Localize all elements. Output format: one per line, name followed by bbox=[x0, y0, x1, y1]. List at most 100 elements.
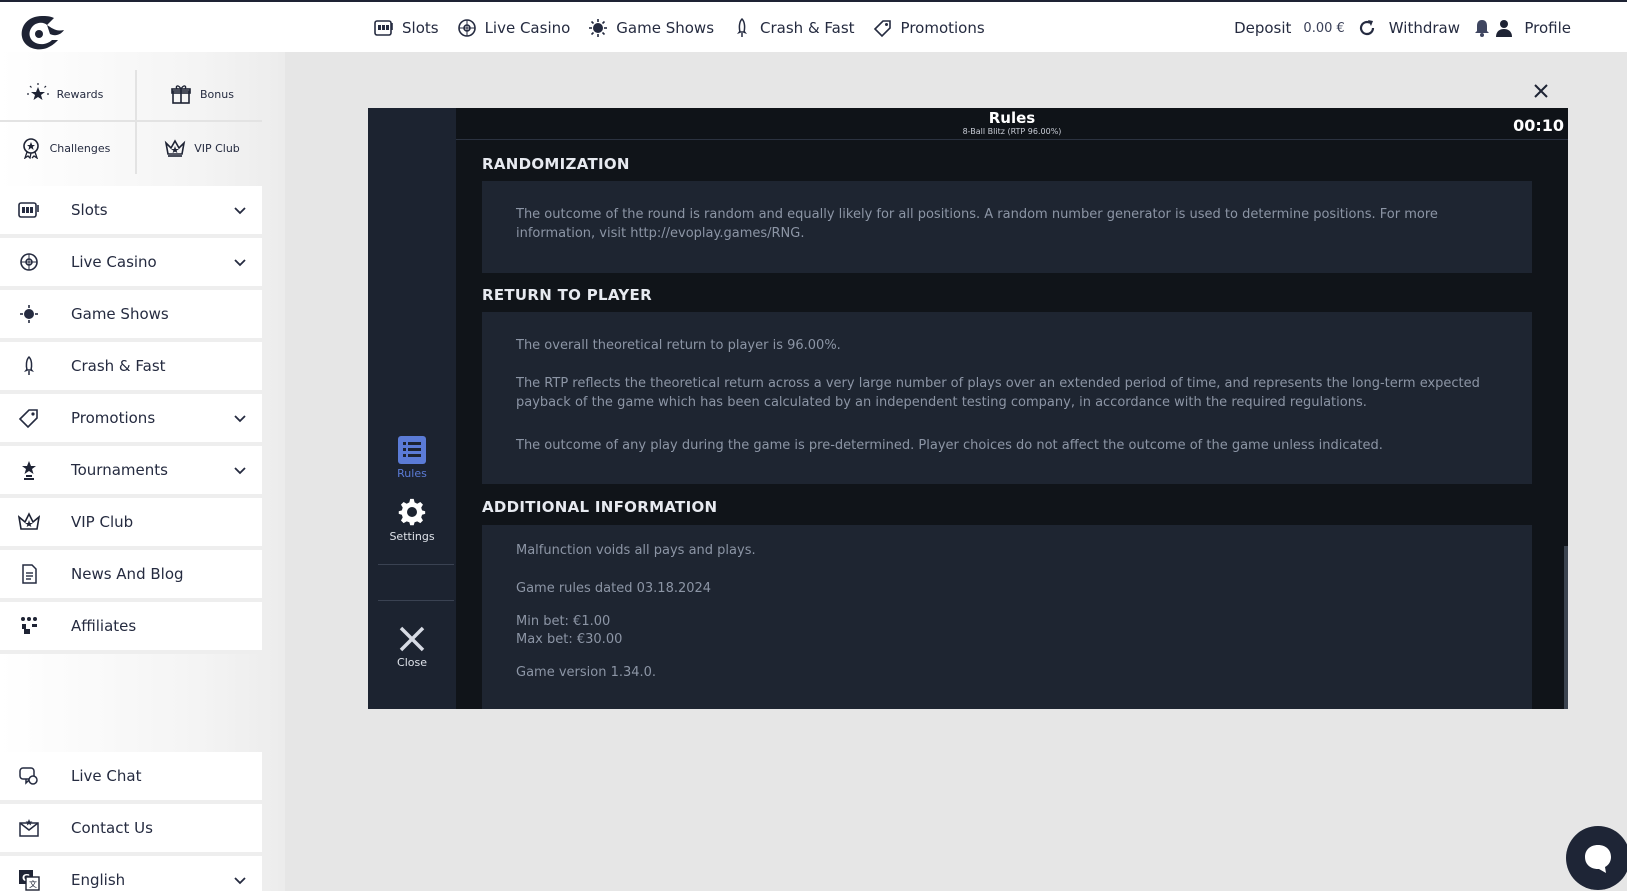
profile-button[interactable]: Profile bbox=[1494, 2, 1571, 54]
quick-rewards-button[interactable]: Rewards bbox=[0, 70, 130, 118]
sidebar-item-live-chat[interactable]: Live Chat bbox=[0, 752, 262, 804]
sidebar-item-vip-club[interactable]: VIP Club bbox=[0, 498, 262, 550]
withdraw-button[interactable]: Withdraw bbox=[1389, 19, 1460, 37]
deposit-button[interactable]: Deposit bbox=[1234, 19, 1291, 37]
translate-icon: G文 bbox=[19, 870, 40, 891]
crown-icon bbox=[164, 139, 186, 157]
slot-machine-icon bbox=[374, 20, 393, 36]
badge-icon bbox=[22, 138, 39, 159]
section-title: RETURN TO PLAYER bbox=[482, 286, 652, 304]
nav-slots[interactable]: Slots bbox=[374, 18, 439, 38]
section-paragraph: Malfunction voids all pays and plays. bbox=[516, 543, 756, 558]
nav-promotions-label: Promotions bbox=[900, 19, 985, 37]
rules-subtitle: 8-Ball Blitz (RTP 96.00%) bbox=[962, 127, 1062, 136]
tag-icon bbox=[18, 409, 38, 429]
gear-icon bbox=[398, 498, 426, 526]
sidebar-item-label: Affiliates bbox=[71, 617, 137, 635]
quick-vip-club-button[interactable]: VIP Club bbox=[137, 124, 267, 172]
roulette-icon bbox=[457, 19, 476, 37]
nav-slots-label: Slots bbox=[402, 19, 439, 37]
close-icon[interactable] bbox=[1532, 82, 1550, 100]
chevron-down-icon[interactable] bbox=[232, 872, 248, 888]
sidebar-item-live-casino[interactable]: Live Casino bbox=[0, 238, 262, 290]
chevron-down-icon[interactable] bbox=[232, 462, 248, 478]
sidebar-item-label: Crash & Fast bbox=[71, 357, 166, 375]
sidebar-item-label: Live Casino bbox=[71, 253, 157, 271]
rail-settings-button[interactable]: Settings bbox=[368, 498, 456, 543]
section-paragraph: Min bet: €1.00 bbox=[516, 614, 611, 629]
sidebar-item-promotions[interactable]: Promotions bbox=[0, 394, 262, 446]
quick-challenges-button[interactable]: Challenges bbox=[0, 124, 130, 172]
sidebar-item-contact-us[interactable]: Contact Us bbox=[0, 804, 262, 856]
timer: 00:10 bbox=[1513, 116, 1564, 135]
nav-live-casino-label: Live Casino bbox=[484, 19, 571, 37]
quick-bonus-button[interactable]: Bonus bbox=[137, 70, 267, 118]
quick-divider bbox=[0, 120, 262, 122]
user-icon bbox=[1496, 20, 1513, 37]
sidebar-item-label: Promotions bbox=[71, 409, 156, 427]
quick-vip-club-label: VIP Club bbox=[194, 141, 240, 155]
sidebar-item-label: Slots bbox=[71, 201, 108, 219]
slot-machine-icon bbox=[18, 202, 39, 218]
sidebar-item-label: Tournaments bbox=[71, 461, 168, 479]
quick-bonus-label: Bonus bbox=[200, 87, 234, 101]
nav-promotions[interactable]: Promotions bbox=[873, 18, 985, 38]
section-title: RANDOMIZATION bbox=[482, 155, 630, 173]
section-box: The overall theoretical return to player… bbox=[482, 312, 1532, 484]
rail-close-button[interactable]: Close bbox=[368, 624, 456, 669]
main-nav: Slots Live Casino Game Shows Crash & Fas… bbox=[374, 2, 985, 54]
section-paragraph: Max bet: €30.00 bbox=[516, 632, 623, 647]
live-chat-button[interactable] bbox=[1566, 826, 1627, 890]
refresh-icon[interactable] bbox=[1357, 18, 1377, 38]
wheel-icon bbox=[20, 305, 38, 323]
rail-rules-button[interactable]: Rules bbox=[368, 435, 456, 480]
section-paragraph: Game version 1.34.0. bbox=[516, 665, 657, 680]
sidebar-item-tournaments[interactable]: Tournaments bbox=[0, 446, 262, 498]
quick-rewards-label: Rewards bbox=[56, 87, 104, 101]
chat-icon bbox=[19, 767, 38, 785]
sidebar-item-language[interactable]: G文 English bbox=[0, 856, 262, 891]
nav-game-shows[interactable]: Game Shows bbox=[588, 18, 714, 38]
rocket-icon bbox=[24, 355, 34, 375]
quick-links: Rewards Bonus Challenges VIP Club bbox=[0, 70, 262, 174]
rail-settings-label: Settings bbox=[389, 530, 435, 543]
quick-challenges-label: Challenges bbox=[49, 141, 111, 155]
sidebar-item-slots[interactable]: Slots bbox=[0, 186, 262, 238]
section-box: The outcome of the round is random and e… bbox=[482, 181, 1532, 273]
document-icon bbox=[22, 564, 37, 584]
nav-crash-fast[interactable]: Crash & Fast bbox=[732, 18, 855, 38]
sidebar: Rewards Bonus Challenges VIP Club Slots … bbox=[0, 52, 285, 891]
sidebar-item-game-shows[interactable]: Game Shows bbox=[0, 290, 262, 342]
chevron-down-icon[interactable] bbox=[232, 410, 248, 426]
brand-logo-icon[interactable] bbox=[14, 10, 70, 54]
section-box: Malfunction voids all pays and plays. Ga… bbox=[482, 525, 1532, 709]
balance-value: 0.00 € bbox=[1303, 20, 1345, 36]
sidebar-item-label: English bbox=[71, 871, 126, 889]
rules-header: Rules 8-Ball Blitz (RTP 96.00%) 00:10 bbox=[456, 108, 1568, 140]
bell-icon[interactable] bbox=[1472, 18, 1492, 38]
sidebar-item-label: Live Chat bbox=[71, 767, 142, 785]
nav-crash-fast-label: Crash & Fast bbox=[760, 19, 855, 37]
sidebar-item-crash-fast[interactable]: Crash & Fast bbox=[0, 342, 262, 394]
sidebar-item-news-and-blog[interactable]: News And Blog bbox=[0, 550, 262, 602]
rail-divider bbox=[378, 600, 454, 601]
section-paragraph: The outcome of the round is random and e… bbox=[516, 207, 1438, 241]
chevron-down-icon[interactable] bbox=[232, 202, 248, 218]
rail-rules-label: Rules bbox=[397, 467, 427, 480]
nav-live-casino[interactable]: Live Casino bbox=[457, 18, 571, 38]
wheel-icon bbox=[589, 19, 608, 37]
people-icon bbox=[21, 617, 37, 634]
chevron-down-icon[interactable] bbox=[232, 254, 248, 270]
scrollbar[interactable] bbox=[1564, 546, 1568, 709]
sidebar-item-label: VIP Club bbox=[71, 513, 134, 531]
rocket-icon bbox=[737, 18, 748, 37]
sidebar-item-affiliates[interactable]: Affiliates bbox=[0, 602, 262, 654]
rail-divider bbox=[378, 564, 454, 565]
rail-close-label: Close bbox=[397, 656, 427, 669]
list-icon bbox=[398, 436, 426, 464]
rules-content[interactable]: Rules 8-Ball Blitz (RTP 96.00%) 00:10 RA… bbox=[456, 108, 1568, 709]
crown-icon bbox=[18, 512, 40, 530]
sidebar-item-label: Game Shows bbox=[71, 305, 169, 323]
section-paragraph: The overall theoretical return to player… bbox=[516, 338, 841, 353]
chat-bubble-icon bbox=[1585, 845, 1611, 873]
